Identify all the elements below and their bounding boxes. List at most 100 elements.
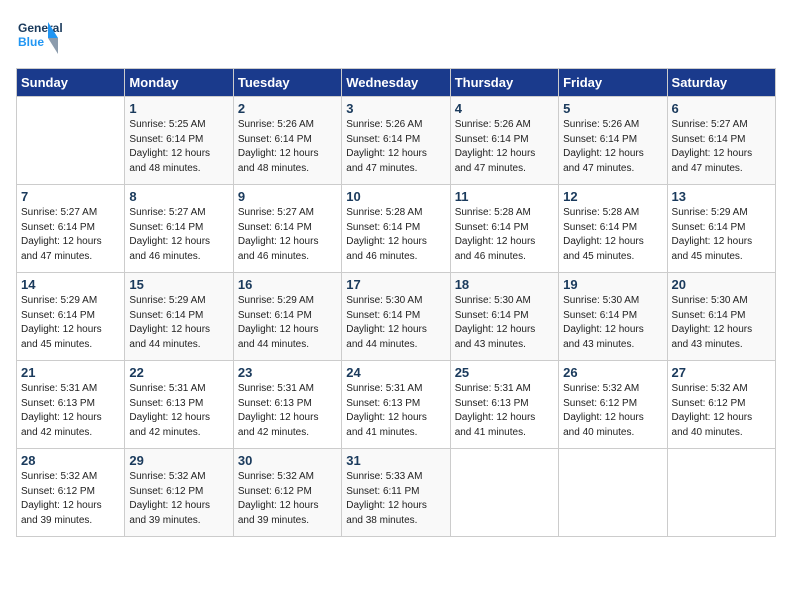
calendar-cell: 24 Sunrise: 5:31 AM Sunset: 6:13 PM Dayli… bbox=[342, 361, 450, 449]
day-info: Sunrise: 5:27 AM Sunset: 6:14 PM Dayligh… bbox=[672, 118, 771, 176]
day-info: Sunrise: 5:30 AM Sunset: 6:14 PM Dayligh… bbox=[672, 294, 771, 352]
calendar-week-row: 7 Sunrise: 5:27 AM Sunset: 6:14 PM Daylig… bbox=[17, 185, 776, 273]
day-number: 7 bbox=[21, 189, 120, 204]
svg-text:Blue: Blue bbox=[18, 35, 44, 49]
day-info: Sunrise: 5:32 AM Sunset: 6:12 PM Dayligh… bbox=[21, 470, 120, 528]
day-number: 6 bbox=[672, 101, 771, 116]
header-day-tuesday: Tuesday bbox=[233, 69, 341, 97]
calendar-cell: 19Sunrise: 5:30 AM Sunset: 6:14 PM Dayli… bbox=[559, 273, 667, 361]
calendar-cell: 30 Sunrise: 5:32 AM Sunset: 6:12 PM Dayli… bbox=[233, 449, 341, 537]
day-info: Sunrise: 5:33 AM Sunset: 6:11 PM Dayligh… bbox=[346, 470, 445, 528]
day-info: Sunrise: 5:31 AM Sunset: 6:13 PM Dayligh… bbox=[21, 382, 120, 440]
calendar-cell: 14 Sunrise: 5:29 AM Sunset: 6:14 PM Dayli… bbox=[17, 273, 125, 361]
day-info: Sunrise: 5:26 AM Sunset: 6:14 PM Dayligh… bbox=[346, 118, 445, 176]
day-number: 5 bbox=[563, 101, 662, 116]
svg-text:General: General bbox=[18, 21, 63, 35]
calendar-week-row: 28 Sunrise: 5:32 AM Sunset: 6:12 PM Dayli… bbox=[17, 449, 776, 537]
day-number: 25 bbox=[455, 365, 554, 380]
day-number: 28 bbox=[21, 453, 120, 468]
logo-svg: General Blue bbox=[16, 16, 106, 60]
header-day-monday: Monday bbox=[125, 69, 233, 97]
calendar-cell bbox=[17, 97, 125, 185]
day-number: 12 bbox=[563, 189, 662, 204]
page-header: General Blue bbox=[16, 16, 776, 60]
day-number: 31 bbox=[346, 453, 445, 468]
day-info: Sunrise: 5:27 AM Sunset: 6:14 PM Dayligh… bbox=[238, 206, 337, 264]
calendar-cell: 17 Sunrise: 5:30 AM Sunset: 6:14 PM Dayli… bbox=[342, 273, 450, 361]
day-number: 24 bbox=[346, 365, 445, 380]
day-number: 21 bbox=[21, 365, 120, 380]
calendar-cell: 8 Sunrise: 5:27 AM Sunset: 6:14 PM Daylig… bbox=[125, 185, 233, 273]
day-number: 14 bbox=[21, 277, 120, 292]
calendar-cell: 22Sunrise: 5:31 AM Sunset: 6:13 PM Dayli… bbox=[125, 361, 233, 449]
calendar-cell: 29Sunrise: 5:32 AM Sunset: 6:12 PM Dayli… bbox=[125, 449, 233, 537]
day-info: Sunrise: 5:29 AM Sunset: 6:14 PM Dayligh… bbox=[129, 294, 228, 352]
logo: General Blue bbox=[16, 16, 106, 60]
day-number: 15 bbox=[129, 277, 228, 292]
day-info: Sunrise: 5:26 AM Sunset: 6:14 PM Dayligh… bbox=[563, 118, 662, 176]
calendar-cell: 2Sunrise: 5:26 AM Sunset: 6:14 PM Daylig… bbox=[233, 97, 341, 185]
calendar-cell: 4Sunrise: 5:26 AM Sunset: 6:14 PM Daylig… bbox=[450, 97, 558, 185]
day-number: 8 bbox=[129, 189, 228, 204]
day-info: Sunrise: 5:25 AM Sunset: 6:14 PM Dayligh… bbox=[129, 118, 228, 176]
day-number: 1 bbox=[129, 101, 228, 116]
day-info: Sunrise: 5:29 AM Sunset: 6:14 PM Dayligh… bbox=[21, 294, 120, 352]
day-info: Sunrise: 5:32 AM Sunset: 6:12 PM Dayligh… bbox=[238, 470, 337, 528]
calendar-cell: 10Sunrise: 5:28 AM Sunset: 6:14 PM Dayli… bbox=[342, 185, 450, 273]
calendar-week-row: 14 Sunrise: 5:29 AM Sunset: 6:14 PM Dayli… bbox=[17, 273, 776, 361]
header-day-thursday: Thursday bbox=[450, 69, 558, 97]
calendar-cell bbox=[450, 449, 558, 537]
calendar-cell: 15 Sunrise: 5:29 AM Sunset: 6:14 PM Dayli… bbox=[125, 273, 233, 361]
day-number: 29 bbox=[129, 453, 228, 468]
day-number: 13 bbox=[672, 189, 771, 204]
day-number: 26 bbox=[563, 365, 662, 380]
day-info: Sunrise: 5:30 AM Sunset: 6:14 PM Dayligh… bbox=[346, 294, 445, 352]
day-number: 27 bbox=[672, 365, 771, 380]
header-day-wednesday: Wednesday bbox=[342, 69, 450, 97]
calendar-cell: 16Sunrise: 5:29 AM Sunset: 6:14 PM Dayli… bbox=[233, 273, 341, 361]
day-number: 19 bbox=[563, 277, 662, 292]
calendar-cell: 9Sunrise: 5:27 AM Sunset: 6:14 PM Daylig… bbox=[233, 185, 341, 273]
day-info: Sunrise: 5:32 AM Sunset: 6:12 PM Dayligh… bbox=[563, 382, 662, 440]
day-info: Sunrise: 5:27 AM Sunset: 6:14 PM Dayligh… bbox=[21, 206, 120, 264]
day-number: 16 bbox=[238, 277, 337, 292]
day-info: Sunrise: 5:26 AM Sunset: 6:14 PM Dayligh… bbox=[238, 118, 337, 176]
day-info: Sunrise: 5:31 AM Sunset: 6:13 PM Dayligh… bbox=[238, 382, 337, 440]
day-info: Sunrise: 5:31 AM Sunset: 6:13 PM Dayligh… bbox=[455, 382, 554, 440]
calendar-cell: 26 Sunrise: 5:32 AM Sunset: 6:12 PM Dayli… bbox=[559, 361, 667, 449]
calendar-cell: 25 Sunrise: 5:31 AM Sunset: 6:13 PM Dayli… bbox=[450, 361, 558, 449]
day-info: Sunrise: 5:27 AM Sunset: 6:14 PM Dayligh… bbox=[129, 206, 228, 264]
day-number: 30 bbox=[238, 453, 337, 468]
calendar-cell: 11 Sunrise: 5:28 AM Sunset: 6:14 PM Dayli… bbox=[450, 185, 558, 273]
calendar-header-row: SundayMondayTuesdayWednesdayThursdayFrid… bbox=[17, 69, 776, 97]
calendar-cell bbox=[667, 449, 775, 537]
calendar-week-row: 1 Sunrise: 5:25 AM Sunset: 6:14 PM Daylig… bbox=[17, 97, 776, 185]
calendar-cell: 7 Sunrise: 5:27 AM Sunset: 6:14 PM Daylig… bbox=[17, 185, 125, 273]
day-number: 20 bbox=[672, 277, 771, 292]
calendar-cell: 3 Sunrise: 5:26 AM Sunset: 6:14 PM Daylig… bbox=[342, 97, 450, 185]
calendar-cell: 5 Sunrise: 5:26 AM Sunset: 6:14 PM Daylig… bbox=[559, 97, 667, 185]
calendar-cell: 18Sunrise: 5:30 AM Sunset: 6:14 PM Dayli… bbox=[450, 273, 558, 361]
header-day-sunday: Sunday bbox=[17, 69, 125, 97]
day-info: Sunrise: 5:32 AM Sunset: 6:12 PM Dayligh… bbox=[672, 382, 771, 440]
day-info: Sunrise: 5:26 AM Sunset: 6:14 PM Dayligh… bbox=[455, 118, 554, 176]
calendar-table: SundayMondayTuesdayWednesdayThursdayFrid… bbox=[16, 68, 776, 537]
day-info: Sunrise: 5:28 AM Sunset: 6:14 PM Dayligh… bbox=[563, 206, 662, 264]
day-number: 3 bbox=[346, 101, 445, 116]
day-number: 17 bbox=[346, 277, 445, 292]
calendar-cell: 20 Sunrise: 5:30 AM Sunset: 6:14 PM Dayli… bbox=[667, 273, 775, 361]
calendar-cell: 12 Sunrise: 5:28 AM Sunset: 6:14 PM Dayli… bbox=[559, 185, 667, 273]
calendar-cell: 28 Sunrise: 5:32 AM Sunset: 6:12 PM Dayli… bbox=[17, 449, 125, 537]
header-day-friday: Friday bbox=[559, 69, 667, 97]
day-info: Sunrise: 5:31 AM Sunset: 6:13 PM Dayligh… bbox=[346, 382, 445, 440]
calendar-cell: 21 Sunrise: 5:31 AM Sunset: 6:13 PM Dayli… bbox=[17, 361, 125, 449]
calendar-cell: 23Sunrise: 5:31 AM Sunset: 6:13 PM Dayli… bbox=[233, 361, 341, 449]
day-info: Sunrise: 5:28 AM Sunset: 6:14 PM Dayligh… bbox=[455, 206, 554, 264]
calendar-cell: 1 Sunrise: 5:25 AM Sunset: 6:14 PM Daylig… bbox=[125, 97, 233, 185]
day-number: 11 bbox=[455, 189, 554, 204]
day-info: Sunrise: 5:28 AM Sunset: 6:14 PM Dayligh… bbox=[346, 206, 445, 264]
day-number: 18 bbox=[455, 277, 554, 292]
header-day-saturday: Saturday bbox=[667, 69, 775, 97]
calendar-cell: 31 Sunrise: 5:33 AM Sunset: 6:11 PM Dayli… bbox=[342, 449, 450, 537]
calendar-week-row: 21 Sunrise: 5:31 AM Sunset: 6:13 PM Dayli… bbox=[17, 361, 776, 449]
